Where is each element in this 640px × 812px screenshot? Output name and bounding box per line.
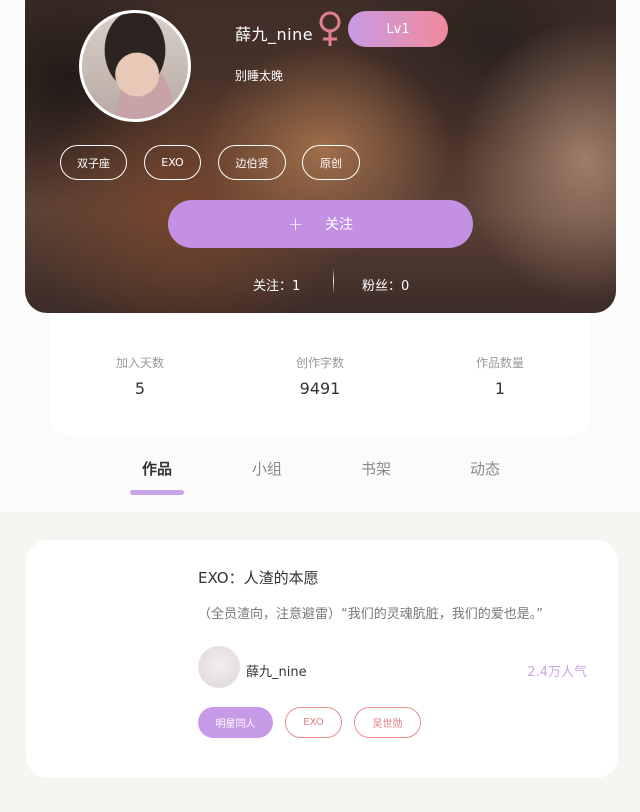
stat-label: 加入天数: [115, 356, 164, 370]
profile-tag[interactable]: EXO: [144, 145, 201, 180]
stat-label: 创作字数: [295, 356, 344, 370]
female-symbol-icon: [319, 11, 341, 46]
fans-count[interactable]: 粉丝：0: [362, 275, 409, 294]
stats-card: 加入天数 5 创作字数 9491 作品数量 1: [50, 313, 590, 435]
tab-groups[interactable]: 小组: [252, 458, 282, 479]
profile-tag[interactable]: 双子座: [60, 145, 127, 180]
work-popularity: 2.4万人气: [527, 665, 587, 680]
tab-activity[interactable]: 动态: [470, 458, 500, 479]
stat-label: 作品数量: [475, 356, 524, 370]
work-title[interactable]: EXO：人渣的本愿: [198, 567, 319, 588]
stat-value: 9491: [299, 379, 341, 398]
work-author[interactable]: 薛九_nine: [246, 661, 307, 680]
stat-value: 1: [494, 379, 506, 398]
profile-tag[interactable]: 边伯贤: [218, 145, 286, 180]
active-tab-indicator: [130, 490, 184, 495]
level-badge: Lv1: [348, 11, 448, 47]
work-tag[interactable]: 明星同人: [198, 707, 273, 738]
work-card[interactable]: EXO：人渣的本愿 （全员渣向，注意避雷）“我们的灵魂肮脏，我们的爱也是。” 薛…: [26, 540, 618, 778]
work-tag[interactable]: EXO: [285, 707, 342, 738]
follow-button[interactable]: + 关注: [168, 200, 473, 248]
profile-bio: 别睡太晚: [235, 69, 284, 83]
profile-username: 薛九_nine: [235, 25, 314, 44]
tab-works[interactable]: 作品: [142, 458, 172, 479]
stat-value: 5: [134, 379, 146, 398]
plus-icon: +: [287, 213, 304, 235]
counts-divider: [333, 268, 334, 294]
work-tag[interactable]: 吴世勋: [354, 707, 421, 738]
work-description: （全员渣向，注意避雷）“我们的灵魂肮脏，我们的爱也是。”: [198, 607, 543, 622]
follow-button-label: 关注: [325, 217, 354, 233]
author-avatar[interactable]: [198, 646, 240, 688]
profile-avatar[interactable]: [79, 10, 191, 122]
following-count[interactable]: 关注：1: [253, 275, 300, 294]
profile-tag[interactable]: 原创: [302, 145, 360, 180]
tab-bookshelf[interactable]: 书架: [361, 458, 391, 479]
